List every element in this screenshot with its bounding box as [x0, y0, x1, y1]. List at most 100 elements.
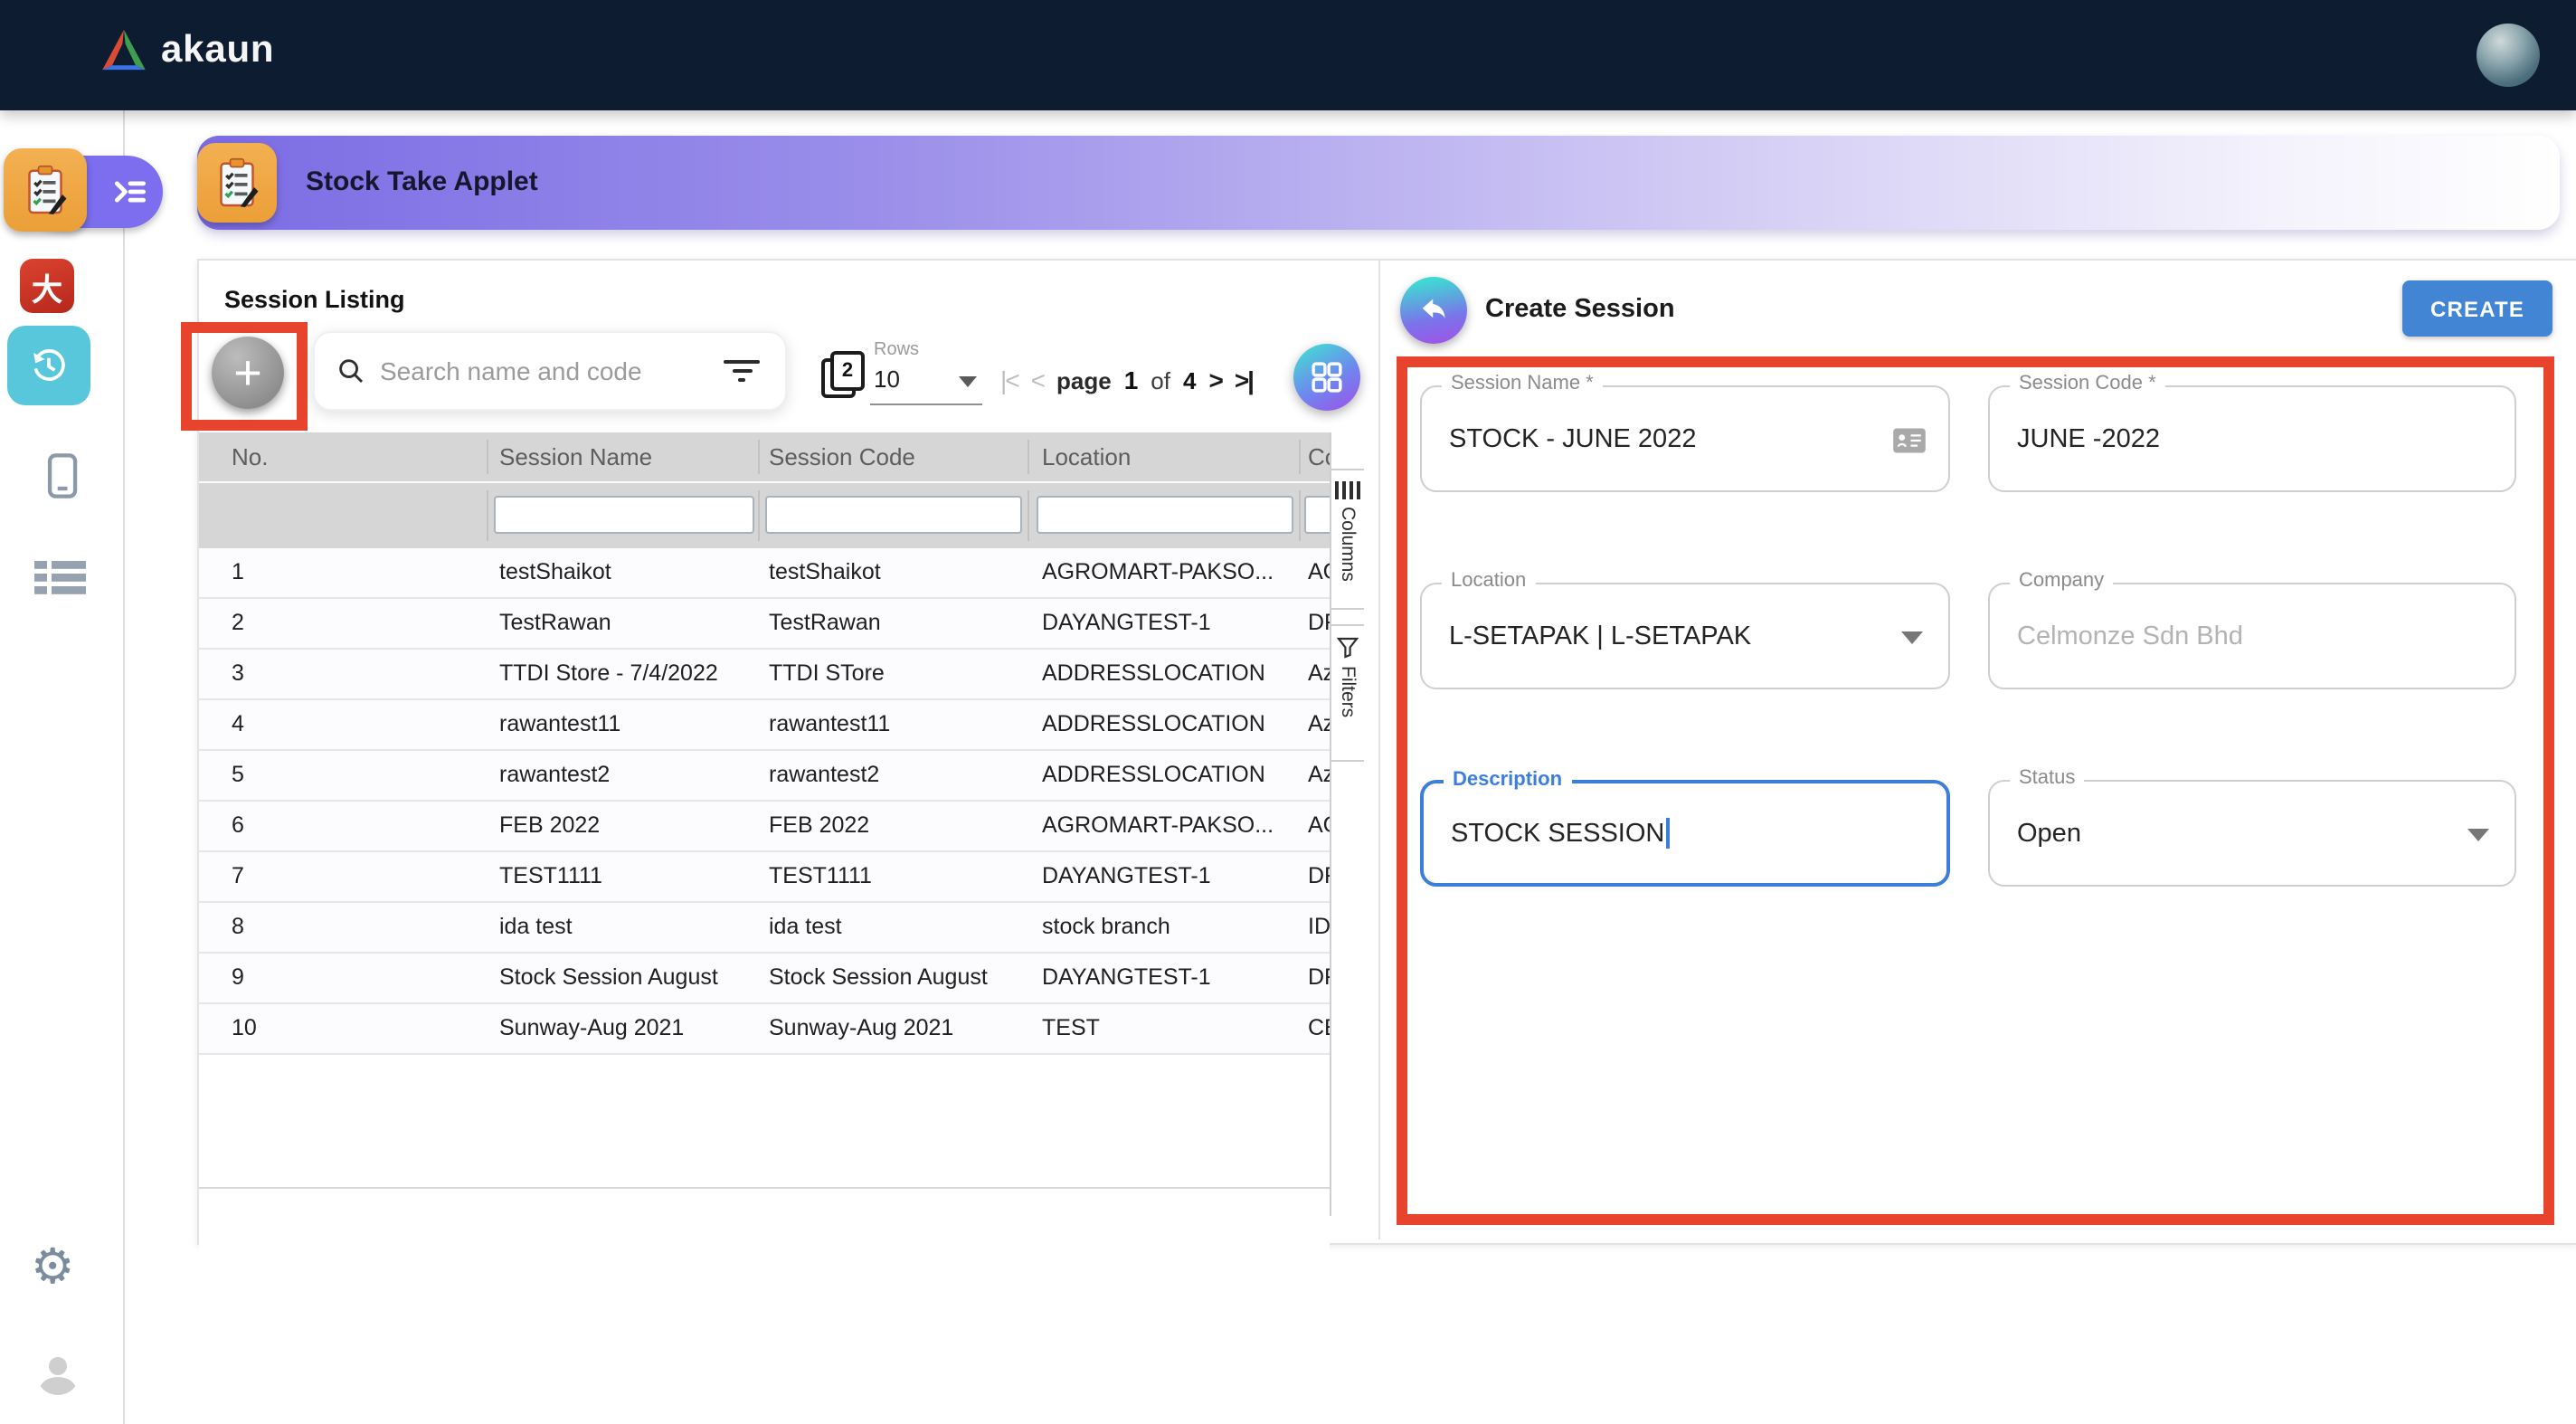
col-header-company[interactable]: Co — [1308, 443, 1330, 470]
red-app-glyph: 大 — [32, 263, 62, 309]
applet-title: Stock Take Applet — [306, 166, 538, 197]
prev-page-button[interactable]: < — [1031, 365, 1044, 394]
pagination: |< < page 1 of 4 > >| — [1000, 365, 1253, 394]
col-header-location[interactable]: Location — [1042, 443, 1131, 470]
col-header-no[interactable]: No. — [232, 443, 268, 470]
sidebar-item-stock-take-applet[interactable] — [4, 148, 87, 232]
cell-name: Sunway-Aug 2021 — [499, 1015, 684, 1040]
grid-view-button[interactable] — [1293, 344, 1360, 411]
tab-filters[interactable]: Filters — [1331, 624, 1364, 762]
akaun-triangle-icon — [99, 27, 148, 72]
last-page-button[interactable]: >| — [1235, 365, 1253, 394]
cell-company: DF — [1308, 610, 1330, 635]
cell-name: TEST1111 — [499, 863, 602, 888]
sidebar-item-red-app[interactable]: 大 — [20, 259, 74, 313]
cell-company: ID — [1308, 914, 1330, 939]
session-table: No. Session Name Session Code Location C… — [199, 432, 1330, 1055]
table-filter-row — [199, 481, 1330, 548]
session-listing-panel: Session Listing + 2 Rows 10 | — [199, 261, 1378, 1239]
table-row[interactable]: 9Stock Session AugustStock Session Augus… — [199, 954, 1330, 1004]
annotation-box-form — [1397, 356, 2554, 1225]
cell-name: ida test — [499, 914, 573, 939]
table-row[interactable]: 8ida testida teststock branchID — [199, 903, 1330, 954]
cell-no: 2 — [232, 610, 244, 635]
profile-icon[interactable] — [36, 1352, 80, 1395]
profile-head-shape — [49, 1357, 67, 1375]
table-row[interactable]: 3 TTDI Store - 7/4/2022 TTDI STore ADDRESSL… — [199, 650, 1330, 700]
cell-no: 9 — [232, 964, 244, 990]
smartphone-icon — [38, 451, 85, 501]
cell-name: rawantest2 — [499, 762, 610, 787]
table-side-strip: Columns Filters — [1330, 432, 1364, 1216]
cell-name: TestRawan — [499, 610, 611, 635]
table-row[interactable]: 1testShaikottestShaikotAGROMART-PAKSO...… — [199, 548, 1330, 599]
tab-columns[interactable]: Columns — [1331, 469, 1364, 610]
create-session-panel: Create Session CREATE Session Name * STO… — [1378, 261, 2576, 1239]
pages-icon[interactable]: 2 — [821, 351, 865, 398]
brand-logo[interactable]: akaun — [99, 27, 274, 72]
cell-name: TTDI Store - 7/4/2022 — [499, 660, 718, 686]
create-session-title: Create Session — [1485, 295, 1675, 324]
cell-code: rawantest11 — [769, 711, 890, 736]
rows-select-caret-icon[interactable] — [959, 376, 977, 387]
cell-location: ADDRESSLOCATION — [1042, 711, 1265, 736]
back-button[interactable] — [1400, 277, 1467, 344]
cell-location: DAYANGTEST-1 — [1042, 610, 1211, 635]
sidebar-item-history-active[interactable] — [7, 326, 90, 405]
add-session-button[interactable]: + — [212, 337, 284, 409]
col-header-session-code[interactable]: Session Code — [769, 443, 915, 470]
of-label: of — [1151, 366, 1170, 394]
search-input[interactable] — [376, 355, 720, 387]
next-page-button[interactable]: > — [1208, 365, 1221, 394]
rows-per-page-label: Rows — [874, 340, 919, 360]
col-header-session-name[interactable]: Session Name — [499, 443, 652, 470]
search-filter-icon[interactable] — [720, 360, 763, 382]
listing-title: Session Listing — [224, 286, 405, 313]
cell-no: 3 — [232, 660, 244, 686]
sidebar-item-mobile[interactable] — [38, 451, 85, 510]
filter-input-company[interactable] — [1304, 496, 1330, 534]
main-content-card: Session Listing + 2 Rows 10 | — [197, 259, 2576, 1245]
first-page-button[interactable]: |< — [1000, 365, 1018, 394]
settings-gear-icon[interactable]: ⚙ — [31, 1243, 74, 1292]
tab-columns-label: Columns — [1337, 507, 1359, 582]
table-row[interactable]: 5rawantest2rawantest2ADDRESSLOCATIONAz — [199, 751, 1330, 802]
search-box — [313, 331, 787, 411]
cell-location: ADDRESSLOCATION — [1042, 660, 1265, 686]
history-icon — [25, 342, 72, 389]
cell-no: 10 — [232, 1015, 257, 1040]
funnel-icon — [1337, 637, 1359, 659]
cell-company: DF — [1308, 964, 1330, 990]
clipboard-icon — [210, 156, 264, 210]
user-avatar[interactable] — [2477, 24, 2540, 87]
rows-per-page-value[interactable]: 10 — [874, 365, 900, 393]
cell-code: TEST1111 — [769, 863, 872, 888]
cell-no: 1 — [232, 559, 244, 584]
filter-input-session-name[interactable] — [494, 496, 754, 534]
expand-menu-icon — [110, 172, 150, 212]
cell-code: Stock Session August — [769, 964, 988, 990]
cell-code: TTDI STore — [769, 660, 885, 686]
create-button[interactable]: CREATE — [2402, 280, 2552, 337]
cell-no: 8 — [232, 914, 244, 939]
table-footer-strip — [199, 1187, 1330, 1218]
cell-location: ADDRESSLOCATION — [1042, 762, 1265, 787]
table-row[interactable]: 7TEST1111TEST1111DAYANGTEST-1DF — [199, 852, 1330, 903]
filter-input-session-code[interactable] — [765, 496, 1022, 534]
stock-take-applet-page: akaun 大 — [0, 0, 2576, 1424]
table-row[interactable]: 10Sunway-Aug 2021Sunway-Aug 2021TESTCE — [199, 1004, 1330, 1055]
cell-location: DAYANGTEST-1 — [1042, 863, 1211, 888]
cell-name: testShaikot — [499, 559, 611, 584]
cell-company: Az — [1308, 660, 1330, 686]
app-sidebar: 大 ⚙ — [0, 110, 125, 1424]
sidebar-item-listing[interactable] — [34, 561, 87, 604]
cell-name: FEB 2022 — [499, 812, 600, 838]
cell-no: 5 — [232, 762, 244, 787]
table-row[interactable]: 4rawantest11rawantest11ADDRESSLOCATIONAz — [199, 700, 1330, 751]
list-icon — [34, 561, 87, 595]
table-row[interactable]: 2TestRawanTestRawanDAYANGTEST-1DF — [199, 599, 1330, 650]
cell-company: CE — [1308, 1015, 1330, 1040]
table-row[interactable]: 6FEB 2022FEB 2022AGROMART-PAKSO...AG — [199, 802, 1330, 852]
filter-input-location[interactable] — [1037, 496, 1293, 534]
cell-company: Az — [1308, 711, 1330, 736]
